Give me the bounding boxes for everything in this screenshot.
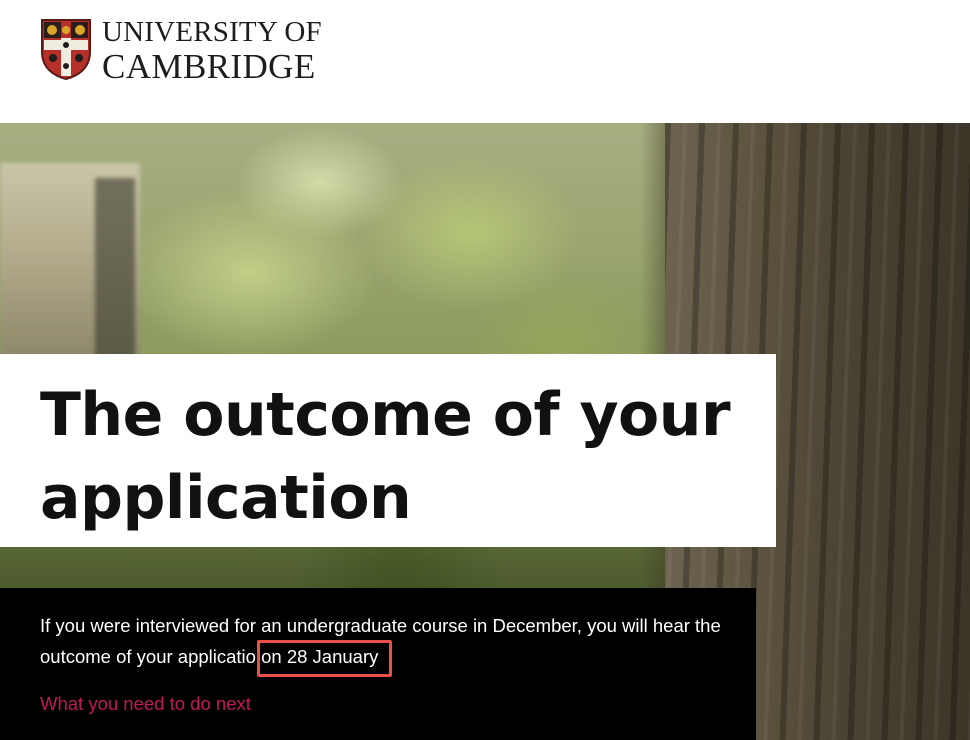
highlighted-date: on 28 January — [261, 646, 379, 667]
page-title: The outcome of your application — [40, 380, 731, 533]
logo-wordmark: UNIVERSITY OF CAMBRIDGE — [102, 16, 322, 86]
title-box: The outcome of your application — [0, 354, 776, 547]
info-text: If you were interviewed for an undergrad… — [40, 610, 730, 672]
university-logo-link[interactable]: UNIVERSITY OF CAMBRIDGE — [40, 18, 322, 84]
info-panel: If you were interviewed for an undergrad… — [0, 588, 756, 740]
logo-line-1: UNIVERSITY OF — [102, 16, 322, 48]
cambridge-crest-icon — [41, 19, 91, 80]
what-to-do-next-link[interactable]: What you need to do next — [40, 693, 251, 715]
site-header: UNIVERSITY OF CAMBRIDGE — [0, 0, 970, 123]
hero-background-shadow — [95, 178, 135, 358]
logo-line-2: CAMBRIDGE — [102, 47, 316, 86]
